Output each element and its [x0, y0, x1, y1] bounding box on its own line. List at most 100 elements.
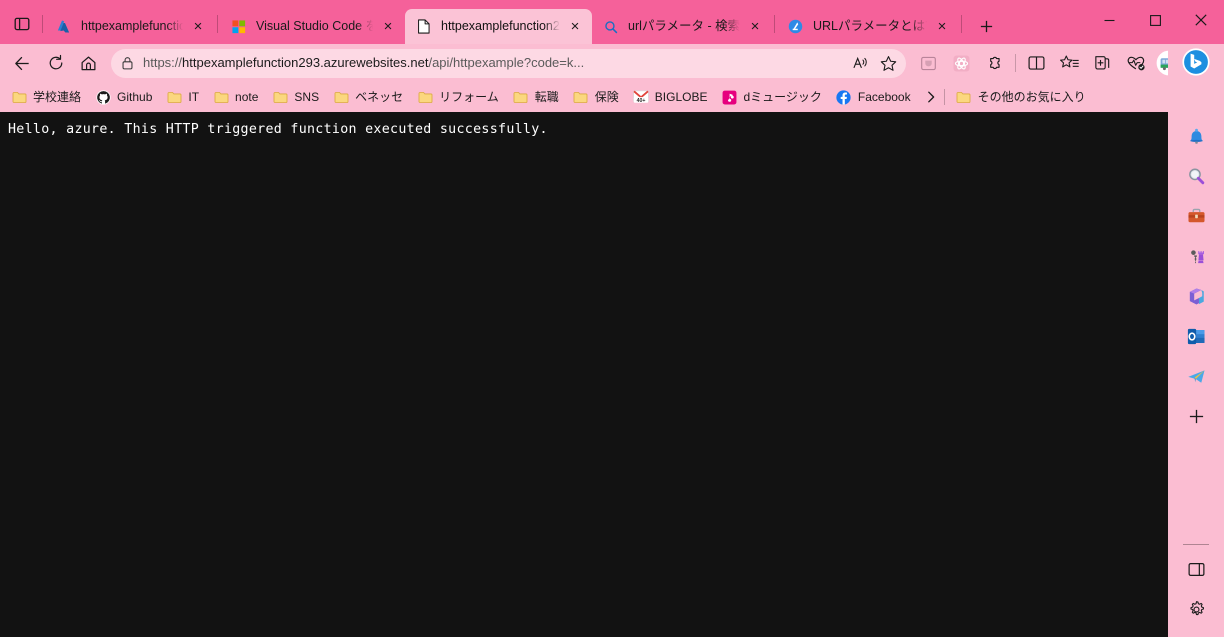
- refresh-icon: [49, 54, 62, 70]
- star-icon: [880, 55, 896, 71]
- extensions-button[interactable]: [978, 48, 1011, 78]
- performance-button[interactable]: [1119, 48, 1152, 78]
- page-content: Hello, azure. This HTTP triggered functi…: [0, 112, 1168, 637]
- bookmark-item[interactable]: note: [206, 85, 265, 109]
- other-favorites-bookmark[interactable]: その他のお気に入り: [949, 85, 1093, 109]
- bookmark-item[interactable]: Github: [88, 85, 159, 109]
- notifications-bell-icon: [1189, 128, 1203, 144]
- browser-window: httpexamplefunctioc50d × Visual Studio C…: [0, 0, 1224, 637]
- folder-icon: [272, 89, 288, 105]
- telegram-icon: [1187, 369, 1205, 383]
- browser-tab-5[interactable]: URLパラメータとは？書き方 ×: [777, 9, 959, 44]
- bookmark-item[interactable]: Facebook: [829, 85, 918, 109]
- read-aloud-button[interactable]: [846, 51, 874, 76]
- browser-tab-4[interactable]: urlパラメータ - 検索 ×: [592, 9, 772, 44]
- folder-icon: [956, 89, 972, 105]
- window-minimize-button[interactable]: [1086, 0, 1132, 40]
- github-icon: [95, 89, 111, 105]
- back-button[interactable]: [6, 48, 39, 78]
- tab-strip: httpexamplefunctioc50d × Visual Studio C…: [0, 0, 1224, 44]
- edge-sidebar: [1168, 112, 1224, 637]
- browser-essentials-button[interactable]: [945, 48, 978, 78]
- sidebar-toggle-button[interactable]: [1178, 551, 1214, 587]
- content-row: Hello, azure. This HTTP triggered functi…: [0, 112, 1224, 637]
- bookmark-item[interactable]: ベネッセ: [326, 85, 410, 109]
- bookmarks-overflow-button[interactable]: [918, 85, 944, 109]
- url-host: httpexamplefunction293.azurewebsites.net: [182, 55, 429, 70]
- document-icon: [415, 18, 432, 35]
- sidebar-item-shopping[interactable]: [1178, 198, 1214, 234]
- tab-search-button[interactable]: [4, 7, 40, 41]
- window-maximize-button[interactable]: [1132, 0, 1178, 40]
- svg-text:40+: 40+: [636, 98, 645, 104]
- bing-copilot-container: [1168, 44, 1224, 82]
- folder-icon: [11, 89, 27, 105]
- bookmark-item[interactable]: 40+ BIGLOBE: [626, 85, 715, 109]
- folder-icon: [513, 89, 529, 105]
- bookmark-label: ベネッセ: [355, 90, 404, 104]
- folder-icon: [573, 89, 589, 105]
- new-tab-button[interactable]: [970, 11, 1002, 41]
- immersive-reader-button[interactable]: [912, 48, 945, 78]
- folder-icon: [166, 89, 182, 105]
- vscode-microsoft-icon: [230, 18, 247, 35]
- browser-tab-1[interactable]: httpexamplefunctioc50d ×: [45, 9, 215, 44]
- page-body-text: Hello, azure. This HTTP triggered functi…: [8, 122, 548, 137]
- bookmark-label: Facebook: [857, 90, 911, 104]
- home-button[interactable]: [72, 48, 105, 78]
- games-icon: [1190, 249, 1204, 263]
- bookmark-label: SNS: [294, 90, 320, 104]
- browser-tab-2[interactable]: Visual Studio Code を使 ×: [220, 9, 405, 44]
- bookmark-item[interactable]: 保険: [566, 85, 626, 109]
- tab-close-button[interactable]: ×: [564, 16, 586, 38]
- url-text: https://httpexamplefunction293.azurewebs…: [143, 54, 846, 72]
- favorites-button[interactable]: [1053, 48, 1086, 78]
- bookmark-label: 保険: [594, 90, 619, 104]
- sidebar-item-games[interactable]: [1178, 238, 1214, 274]
- sidebar-item-search[interactable]: [1178, 158, 1214, 194]
- browser-health-icon: [1127, 56, 1145, 71]
- bookmark-item[interactable]: dミュージック: [714, 85, 828, 109]
- url-path: /api/httpexample?code=k...: [428, 55, 585, 70]
- lock-icon: [121, 56, 134, 70]
- immersive-reader-icon: [921, 56, 936, 70]
- extensions-puzzle-icon: [990, 56, 1000, 69]
- bookmarks-bar: 学校連絡 Github IT note SNS ベネッセ リフォーム 転職 保険…: [0, 82, 1224, 112]
- refresh-button[interactable]: [39, 48, 72, 78]
- mail-badge-icon: 40+: [633, 89, 649, 105]
- window-close-button[interactable]: [1178, 0, 1224, 40]
- sidebar-item-notifications[interactable]: [1178, 118, 1214, 154]
- sidebar-item-telegram[interactable]: [1178, 358, 1214, 394]
- folder-icon: [333, 89, 349, 105]
- browser-tab-3-active[interactable]: httpexamplefunction293 ×: [405, 9, 592, 44]
- sidebar-settings-button[interactable]: [1178, 591, 1214, 627]
- bookmark-item[interactable]: リフォーム: [410, 85, 506, 109]
- collections-button[interactable]: [1086, 48, 1119, 78]
- sidebar-item-outlook[interactable]: [1178, 318, 1214, 354]
- search-magnifier-icon: [1188, 168, 1204, 184]
- tab-close-button[interactable]: ×: [187, 16, 209, 38]
- bookmark-item[interactable]: IT: [159, 85, 206, 109]
- bing-copilot-button[interactable]: [1177, 43, 1215, 81]
- address-bar[interactable]: https://httpexamplefunction293.azurewebs…: [111, 48, 906, 78]
- sidebar-item-microsoft-365[interactable]: [1178, 278, 1214, 314]
- bookmark-label: BIGLOBE: [654, 90, 708, 104]
- split-screen-button[interactable]: [1020, 48, 1053, 78]
- bookmark-item[interactable]: SNS: [265, 85, 326, 109]
- add-favorite-button[interactable]: [874, 51, 902, 76]
- tab-close-button[interactable]: ×: [377, 16, 399, 38]
- bookmark-label: リフォーム: [439, 90, 499, 104]
- site-a-icon: [787, 18, 804, 35]
- tab-title: Visual Studio Code を使: [256, 19, 373, 33]
- sidebar-add-app-button[interactable]: [1178, 398, 1214, 434]
- tab-close-button[interactable]: ×: [931, 16, 953, 38]
- tab-close-button[interactable]: ×: [744, 16, 766, 38]
- bookmarks-divider: [943, 89, 945, 105]
- tab-title: httpexamplefunctioc50d: [81, 19, 183, 33]
- tab-title: URLパラメータとは？書き方: [813, 19, 927, 33]
- dmusic-icon: [721, 89, 737, 105]
- search-icon: [602, 18, 619, 35]
- plus-icon: [980, 20, 992, 32]
- bookmark-item[interactable]: 転職: [506, 85, 566, 109]
- bookmark-item[interactable]: 学校連絡: [4, 85, 88, 109]
